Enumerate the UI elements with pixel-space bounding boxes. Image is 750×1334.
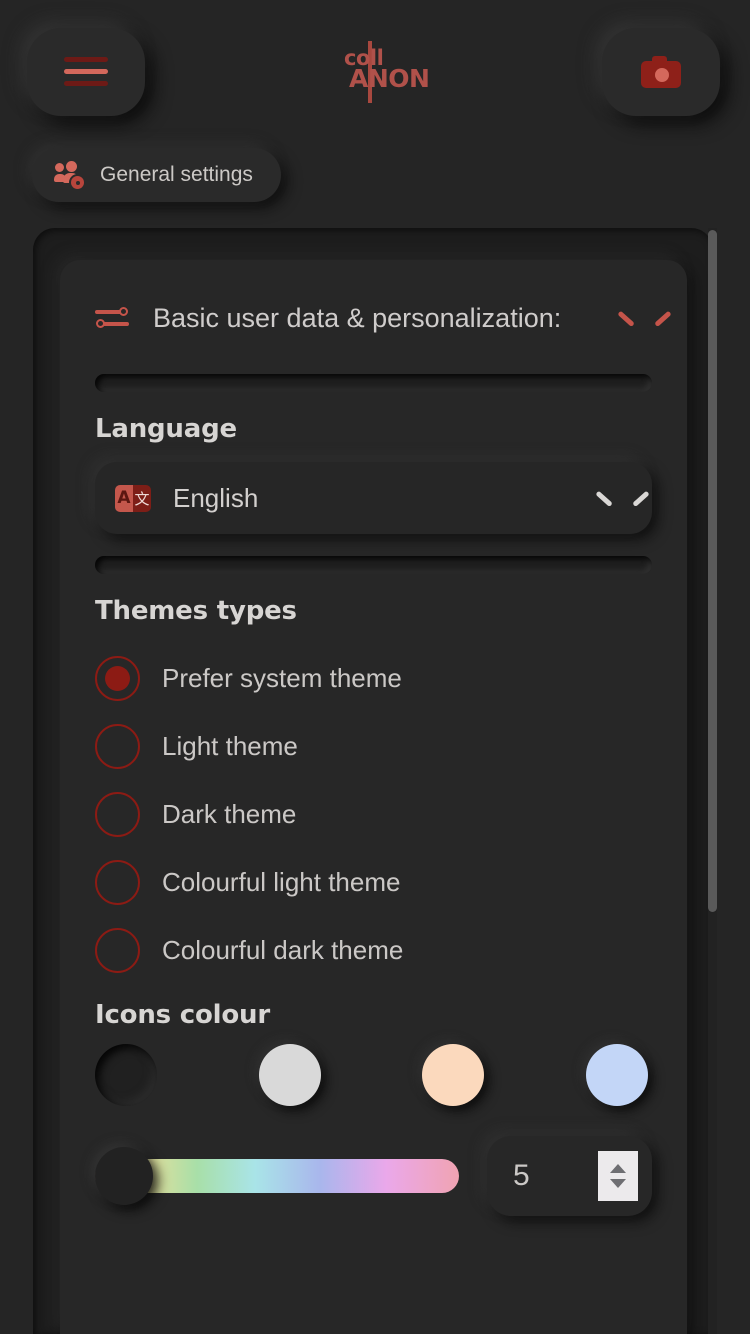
settings-panel-outer: Basic user data & personalization: Langu… (33, 228, 713, 1334)
hamburger-icon (64, 57, 108, 87)
number-stepper[interactable] (598, 1151, 638, 1201)
divider (95, 556, 652, 574)
colour-slider-thumb[interactable] (95, 1147, 153, 1205)
logo-text-top: coll (344, 46, 384, 70)
radio-icon[interactable] (95, 927, 140, 973)
translate-icon-left: A (115, 484, 133, 512)
chevron-down-icon[interactable] (610, 1179, 626, 1188)
top-bar: coll ANON (0, 0, 750, 140)
swatch-peach[interactable] (422, 1044, 485, 1106)
settings-panel: Basic user data & personalization: Langu… (60, 260, 687, 1334)
icons-colour-swatches (95, 1044, 652, 1106)
breadcrumb[interactable]: General settings (32, 148, 281, 202)
themes-label: Themes types (95, 596, 297, 626)
menu-button[interactable] (27, 28, 145, 116)
language-selected-value: English (173, 482, 259, 513)
chevron-up-icon[interactable] (610, 1164, 626, 1173)
swatch-dark[interactable] (95, 1044, 157, 1106)
radio-label: Colourful dark theme (162, 934, 404, 965)
language-label: Language (95, 414, 237, 444)
chevron-down-icon[interactable] (620, 308, 652, 328)
swatch-blue[interactable] (585, 1044, 648, 1106)
colour-number-value: 5 (513, 1159, 530, 1192)
radio-option-light-theme[interactable]: Light theme (95, 712, 652, 780)
icons-colour-label: Icons colour (95, 1000, 270, 1030)
translate-icon-right: 文 (133, 484, 151, 512)
radio-option-prefer-system-theme[interactable]: Prefer system theme (95, 644, 652, 712)
colour-slider[interactable] (95, 1147, 459, 1205)
language-select[interactable]: A 文 English (95, 462, 652, 534)
radio-icon[interactable] (95, 791, 140, 837)
radio-icon[interactable] (95, 859, 140, 905)
section-title: Basic user data & personalization: (153, 303, 562, 333)
manage-accounts-icon (54, 161, 88, 189)
icons-colour-controls: 5 (95, 1136, 652, 1216)
radio-option-dark-theme[interactable]: Dark theme (95, 780, 652, 848)
logo-bar (368, 41, 372, 103)
radio-label: Dark theme (162, 798, 297, 829)
logo-text-bottom: ANON (349, 64, 430, 93)
camera-button[interactable] (602, 28, 720, 116)
radio-option-colourful-light-theme[interactable]: Colourful light theme (95, 848, 652, 916)
colour-number-input[interactable]: 5 (487, 1136, 652, 1216)
radio-icon[interactable] (95, 723, 140, 769)
radio-icon[interactable] (95, 655, 140, 701)
section-header-basic-user-data[interactable]: Basic user data & personalization: (95, 260, 652, 352)
swatch-light[interactable] (258, 1044, 321, 1106)
breadcrumb-label: General settings (100, 163, 253, 186)
radio-label: Colourful light theme (162, 866, 401, 897)
translate-icon: A 文 (115, 484, 151, 512)
camera-icon (641, 56, 681, 88)
radio-label: Light theme (162, 730, 298, 761)
scrollbar-thumb[interactable] (708, 230, 717, 912)
radio-option-colourful-dark-theme[interactable]: Colourful dark theme (95, 916, 652, 984)
settings-content: Basic user data & personalization: Langu… (60, 260, 687, 1216)
sliders-icon (95, 303, 131, 333)
chevron-down-icon[interactable] (598, 488, 630, 508)
radio-label: Prefer system theme (162, 662, 402, 693)
app-root: coll ANON General settings Basic user da… (0, 0, 750, 1334)
divider (95, 374, 652, 392)
